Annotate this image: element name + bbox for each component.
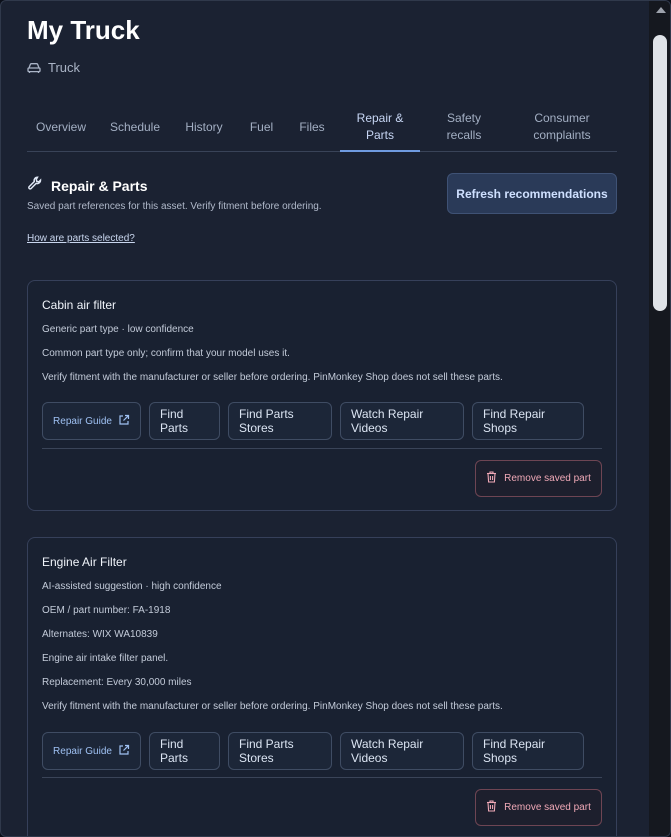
how-parts-selected-link[interactable]: How are parts selected? <box>27 233 135 244</box>
repair-guide-label: Repair Guide <box>53 415 112 427</box>
part-confidence: AI-assisted suggestion · high confidence <box>42 581 222 592</box>
part-actions: Repair Guide Find Parts Find Parts Store… <box>42 402 584 440</box>
remove-saved-part-label: Remove saved part <box>504 473 591 484</box>
car-icon <box>27 62 41 74</box>
repair-guide-button[interactable]: Repair Guide <box>42 732 141 770</box>
alternates: Alternates: WIX WA10839 <box>42 629 158 640</box>
tab-overview[interactable]: Overview <box>27 103 95 151</box>
part-card: Engine Air Filter AI-assisted suggestion… <box>27 537 617 836</box>
watch-repair-videos-button[interactable]: Watch Repair Videos <box>340 732 464 770</box>
tab-repair-parts[interactable]: Repair & Parts <box>340 103 420 152</box>
find-repair-shops-button[interactable]: Find Repair Shops <box>472 402 584 440</box>
part-description: Engine air intake filter panel. <box>42 653 169 664</box>
part-actions: Repair Guide Find Parts Find Parts Store… <box>42 732 584 770</box>
trash-icon <box>486 800 497 815</box>
part-name: Cabin air filter <box>42 298 117 312</box>
find-parts-stores-button[interactable]: Find Parts Stores <box>228 402 332 440</box>
tab-safety-recalls[interactable]: Safety recalls <box>431 103 497 151</box>
remove-saved-part-label: Remove saved part <box>504 802 591 813</box>
tab-fuel[interactable]: Fuel <box>244 103 279 151</box>
oem-part-number: OEM / part number: FA-1918 <box>42 605 171 616</box>
external-link-icon <box>118 744 130 759</box>
part-confidence: Generic part type · low confidence <box>42 324 194 335</box>
repair-guide-button[interactable]: Repair Guide <box>42 402 141 440</box>
part-card: Cabin air filter Generic part type · low… <box>27 280 617 511</box>
trash-icon <box>486 471 497 486</box>
tab-schedule[interactable]: Schedule <box>105 103 165 151</box>
fitment-disclaimer: Verify fitment with the manufacturer or … <box>42 372 503 383</box>
section-title: Repair & Parts <box>51 177 148 194</box>
asset-type: Truck <box>27 60 80 75</box>
tab-consumer-complaints[interactable]: Consumer complaints <box>517 103 607 151</box>
remove-saved-part-button[interactable]: Remove saved part <box>475 789 602 826</box>
find-parts-button[interactable]: Find Parts <box>149 732 220 770</box>
tab-files[interactable]: Files <box>293 103 331 151</box>
scrollbar-thumb[interactable] <box>653 35 667 311</box>
page-title: My Truck <box>27 15 140 45</box>
watch-repair-videos-button[interactable]: Watch Repair Videos <box>340 402 464 440</box>
fitment-disclaimer: Verify fitment with the manufacturer or … <box>42 701 503 712</box>
repair-guide-label: Repair Guide <box>53 745 112 757</box>
refresh-recommendations-button[interactable]: Refresh recommendations <box>447 173 617 214</box>
asset-type-label: Truck <box>48 60 81 75</box>
tab-history[interactable]: History <box>179 103 229 151</box>
external-link-icon <box>118 414 130 429</box>
part-name: Engine Air Filter <box>42 555 127 569</box>
find-parts-stores-button[interactable]: Find Parts Stores <box>228 732 332 770</box>
vertical-scrollbar[interactable] <box>649 1 670 836</box>
card-divider <box>42 448 602 449</box>
find-parts-button[interactable]: Find Parts <box>149 402 220 440</box>
card-divider <box>42 777 602 778</box>
part-note: Common part type only; confirm that your… <box>42 348 290 359</box>
app-window: My Truck Truck Overview Schedule History… <box>0 0 671 837</box>
section-header: Repair & Parts <box>27 175 147 196</box>
tab-bar: Overview Schedule History Fuel Files Rep… <box>27 103 617 152</box>
scroll-up-arrow-icon[interactable] <box>656 7 666 13</box>
wrench-icon <box>27 175 43 196</box>
replacement-interval: Replacement: Every 30,000 miles <box>42 677 192 688</box>
remove-saved-part-button[interactable]: Remove saved part <box>475 460 602 497</box>
find-repair-shops-button[interactable]: Find Repair Shops <box>472 732 584 770</box>
section-description: Saved part references for this asset. Ve… <box>27 201 322 212</box>
